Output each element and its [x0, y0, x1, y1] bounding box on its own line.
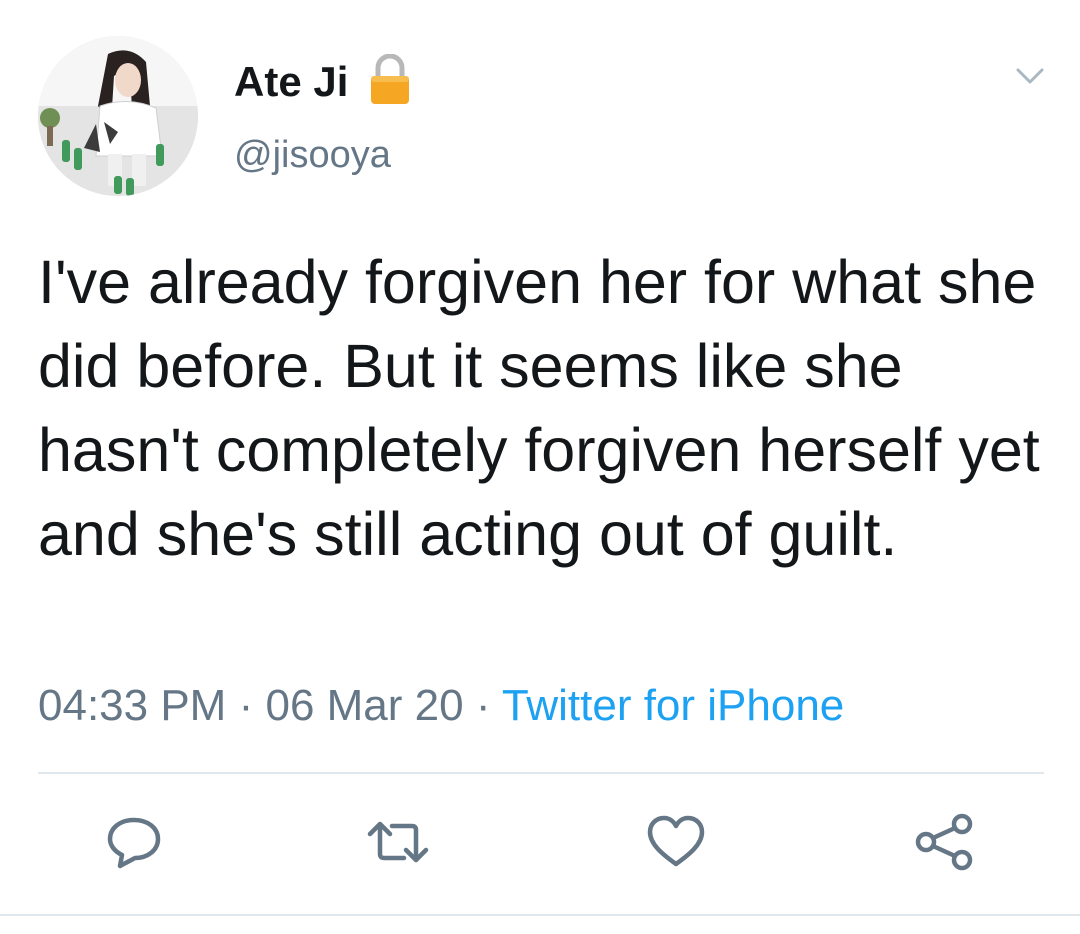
profile-photo-icon: [38, 36, 198, 196]
display-name[interactable]: Ate Ji: [234, 54, 348, 110]
retweet-button[interactable]: [366, 810, 430, 874]
tweet-text: I've already forgiven her for what she d…: [38, 248, 1040, 568]
reply-button[interactable]: [102, 810, 166, 874]
share-button[interactable]: [912, 810, 976, 874]
divider: [0, 914, 1080, 916]
heart-icon: [647, 815, 705, 867]
divider: [38, 772, 1044, 774]
reply-icon: [107, 817, 161, 869]
lock-icon: [371, 54, 409, 104]
user-handle[interactable]: @jisooya: [234, 130, 391, 180]
avatar[interactable]: [38, 36, 198, 196]
meta-separator: ·: [238, 681, 254, 730]
tweet-time[interactable]: 04:33 PM: [38, 681, 226, 730]
tweet-date[interactable]: 06 Mar 20: [265, 681, 463, 730]
chevron-down-icon[interactable]: [1012, 62, 1048, 90]
share-icon: [915, 813, 973, 871]
retweet-icon: [367, 821, 429, 863]
meta-separator: ·: [475, 681, 491, 730]
tweet-meta: 04:33 PM · 06 Mar 20 · Twitter for iPhon…: [38, 678, 844, 734]
tweet-card: Ate Ji @jisooya I've already forgiven he…: [0, 0, 1080, 934]
tweet-source-link[interactable]: Twitter for iPhone: [502, 681, 844, 730]
like-button[interactable]: [644, 810, 708, 874]
